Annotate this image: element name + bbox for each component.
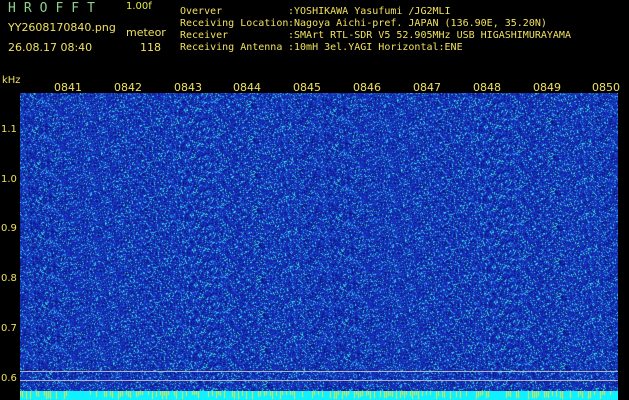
mode-label: meteor [126,26,166,39]
meteor-count: 118 [140,41,161,54]
location-value: :Nagoya Aichi-pref. JAPAN (136.90E, 35.2… [288,18,547,29]
observer-value: :YOSHIKAWA Yasufumi /JG2MLI [288,6,451,17]
x-tick: 0849 [533,81,561,94]
x-tick: 0848 [473,81,501,94]
file-name: YY2608170840.png [8,21,116,34]
x-tick: 0845 [293,81,321,94]
y-tick: 0.7 [1,323,17,334]
x-tick: 0844 [233,81,261,94]
y-tick: 1.1 [1,124,17,135]
right-margin [618,79,629,391]
location-label: Receiving Location [180,18,289,29]
receiver-value: :SMArt RTL-SDR V5 52.905MHz USB HIGASHIM… [288,30,571,41]
receiver-label: Receiver [180,30,229,41]
y-tick: 0.6 [1,373,17,384]
x-tick: 0850 [592,81,620,94]
y-tick: 1.0 [1,174,17,185]
y-axis-unit: kHz [2,75,21,86]
antenna-value: :10mH 3el.YAGI Horizontal:ENE [288,42,463,53]
bottom-band [20,391,618,400]
reference-line [20,371,618,372]
reference-line [20,380,618,381]
x-tick: 0847 [413,81,441,94]
observer-label: Overver [180,6,223,17]
x-tick: 0842 [114,81,142,94]
y-tick: 0.8 [1,273,17,284]
x-tick: 0843 [174,81,202,94]
date-time: 26.08.17 08:40 [8,41,93,54]
app-title: HROFFT [8,1,103,16]
x-tick: 0846 [353,81,381,94]
app-version: 1.00f [126,1,152,12]
antenna-label: Receiving Antenna [180,42,283,53]
y-tick: 0.9 [1,223,17,234]
spectrogram [20,79,618,391]
x-tick: 0841 [54,81,82,94]
